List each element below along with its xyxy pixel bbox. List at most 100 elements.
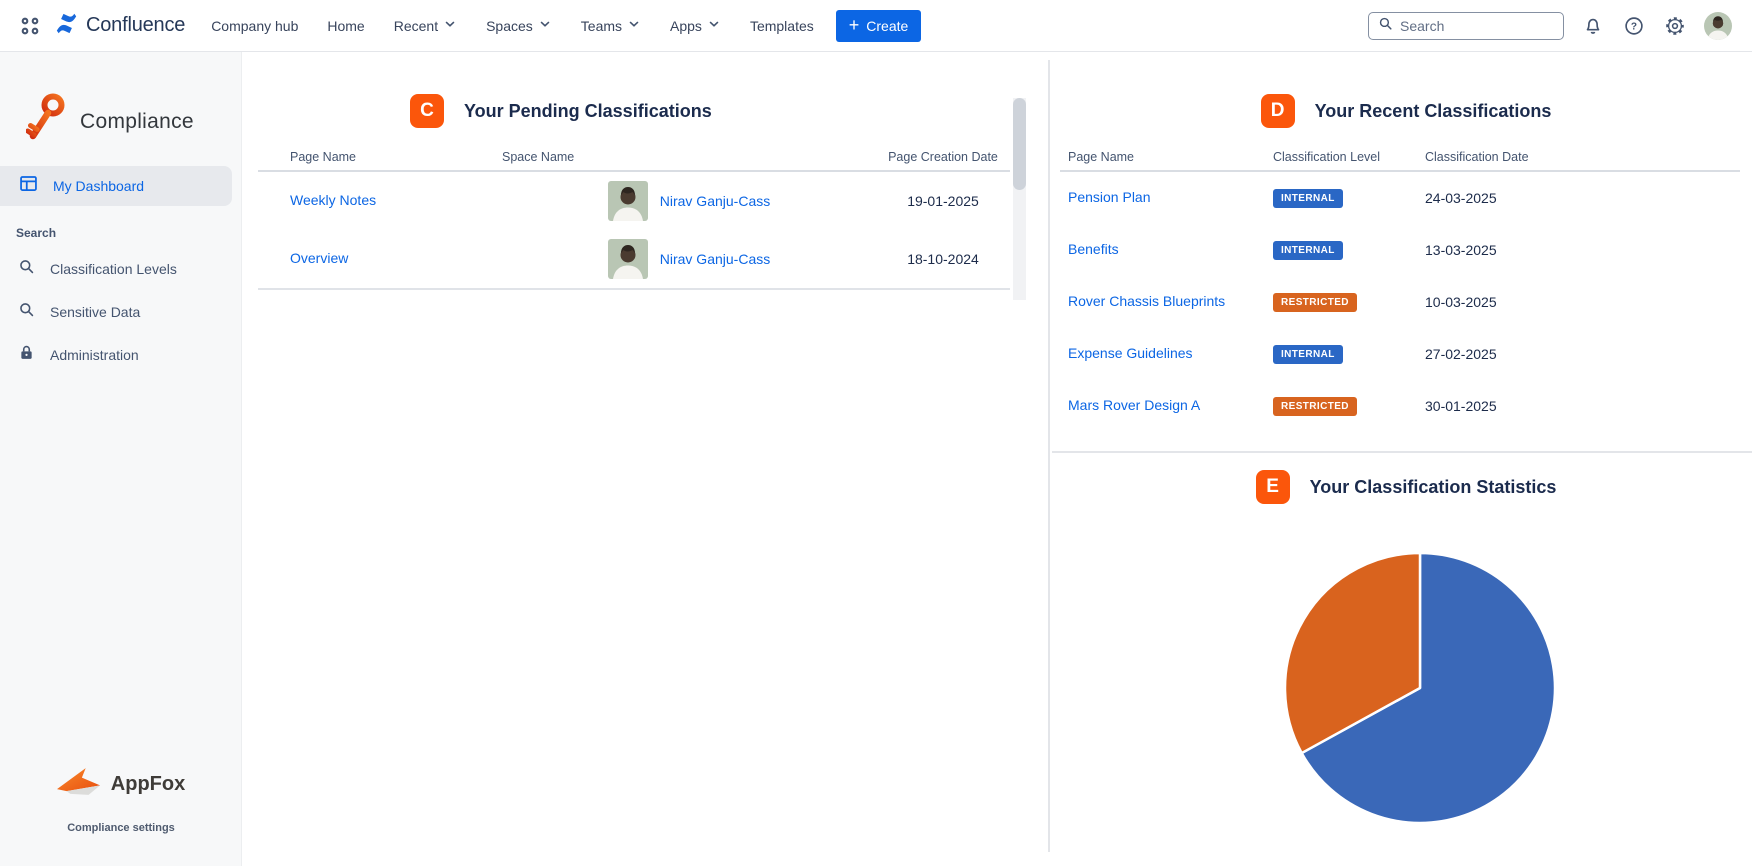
classification-level-badge: INTERNAL (1273, 345, 1343, 364)
dashboard-main: C Your Pending Classifications Page Name… (242, 52, 1752, 866)
appfox-logo: AppFox (0, 766, 242, 802)
confluence-logo-text: Confluence (86, 14, 186, 36)
column-divider (1048, 60, 1050, 852)
table-row: Pension Plan INTERNAL 24-03-2025 (1060, 172, 1740, 224)
section-badge-e: E (1255, 470, 1290, 504)
classification-level-badge: RESTRICTED (1273, 397, 1357, 416)
page-link[interactable]: Expense Guidelines (1068, 345, 1193, 361)
column-header-classification-date: Classification Date (1425, 150, 1529, 164)
table-row: Mars Rover Design A RESTRICTED 30-01-202… (1060, 380, 1740, 432)
topnav-right-cluster: ? (1368, 11, 1732, 40)
nav-company-hub[interactable]: Company hub (211, 18, 298, 34)
appfox-logo-text: AppFox (110, 772, 186, 795)
page-link[interactable]: Overview (290, 250, 348, 266)
sidebar-item-label: My Dashboard (53, 178, 145, 194)
nav-recent[interactable]: Recent (394, 17, 457, 34)
pending-classifications-header: C Your Pending Classifications (410, 94, 712, 128)
table-row: Expense Guidelines INTERNAL 27-02-2025 (1060, 328, 1740, 380)
sidebar-item-my-dashboard[interactable]: My Dashboard (0, 166, 232, 206)
table-row: Rover Chassis Blueprints RESTRICTED 10-0… (1060, 276, 1740, 328)
fox-icon (56, 766, 101, 802)
primary-nav: Company hub Home Recent Spaces Teams App… (211, 17, 814, 34)
classification-date: 27-02-2025 (1425, 346, 1497, 362)
classification-pie-chart (1283, 551, 1557, 825)
magnifier-icon (17, 257, 36, 281)
compliance-app-logo: Compliance (25, 92, 194, 151)
classification-date: 30-01-2025 (1425, 398, 1497, 414)
page-creation-date: 19-01-2025 (907, 193, 979, 209)
classification-date: 13-03-2025 (1425, 242, 1497, 258)
recent-classifications-title: Your Recent Classifications (1314, 100, 1552, 121)
svg-text:?: ? (1631, 21, 1637, 32)
classification-level-badge: INTERNAL (1273, 241, 1343, 260)
classification-date: 24-03-2025 (1425, 190, 1497, 206)
pending-classifications-title: Your Pending Classifications (464, 100, 712, 121)
nav-spaces[interactable]: Spaces (486, 17, 552, 34)
page-link[interactable]: Pension Plan (1068, 189, 1151, 205)
sidebar-item-label: Classification Levels (50, 261, 177, 277)
page-link[interactable]: Benefits (1068, 241, 1119, 257)
top-navigation-bar: Confluence Company hub Home Recent Space… (0, 0, 1752, 52)
compliance-sidebar: Compliance My Dashboard Search Classific… (0, 52, 242, 866)
column-header-classification-level: Classification Level (1273, 150, 1380, 164)
search-icon (1377, 15, 1394, 37)
key-icon (25, 92, 68, 151)
section-badge-d: D (1260, 94, 1295, 128)
sidebar-section-search: Search (16, 226, 57, 240)
sidebar-item-administration[interactable]: Administration (0, 335, 232, 375)
column-header-page-name: Page Name (1068, 150, 1135, 164)
confluence-logo[interactable]: Confluence (54, 11, 185, 41)
bell-icon[interactable] (1581, 14, 1605, 38)
classification-statistics-title: Your Classification Statistics (1309, 476, 1557, 497)
section-badge-c: C (410, 94, 444, 128)
space-avatar (607, 181, 648, 221)
classification-pie (1283, 551, 1557, 825)
nav-apps[interactable]: Apps (670, 17, 721, 34)
table-row: Overview Nirav Ganju-Cass 18-10-2024 (258, 230, 1010, 288)
create-button[interactable]: + Create (835, 9, 922, 42)
sidebar-item-label: Sensitive Data (50, 304, 141, 320)
scrollbar-thumb[interactable] (1013, 98, 1026, 190)
chevron-down-icon (443, 17, 457, 34)
nav-templates[interactable]: Templates (750, 18, 814, 34)
chevron-down-icon (707, 17, 721, 34)
sidebar-item-sensitive-data[interactable]: Sensitive Data (0, 292, 232, 332)
classification-level-badge: INTERNAL (1273, 189, 1343, 208)
table-row: Benefits INTERNAL 13-03-2025 (1060, 224, 1740, 276)
nav-home[interactable]: Home (327, 18, 364, 34)
classification-level-badge: RESTRICTED (1273, 293, 1357, 312)
dashboard-icon (18, 173, 39, 199)
chevron-down-icon (538, 17, 552, 34)
space-link[interactable]: Nirav Ganju-Cass (660, 251, 770, 267)
page-link[interactable]: Mars Rover Design A (1068, 397, 1200, 413)
table-row: Weekly Notes Nirav Ganju-Cass 19-01-2025 (258, 172, 1010, 230)
column-header-page-creation-date: Page Creation Date (888, 150, 998, 164)
sidebar-item-label: Administration (50, 347, 139, 363)
user-avatar[interactable] (1704, 11, 1732, 40)
plus-icon: + (848, 14, 860, 35)
search-input[interactable] (1400, 17, 1540, 34)
space-link[interactable]: Nirav Ganju-Cass (660, 193, 770, 209)
page-link[interactable]: Weekly Notes (290, 192, 376, 208)
search-box[interactable] (1368, 11, 1564, 40)
table-header-row: Page Name Space Name Page Creation Date (258, 144, 1010, 172)
chevron-down-icon (627, 17, 641, 34)
pending-table-scrollbar[interactable] (1013, 98, 1026, 300)
magnifier-icon (17, 300, 36, 324)
app-switcher-grid-icon[interactable] (20, 16, 40, 36)
gear-icon[interactable] (1663, 14, 1687, 38)
compliance-settings-link[interactable]: Compliance settings (0, 822, 242, 834)
column-header-space-name: Space Name (502, 150, 575, 164)
classification-date: 10-03-2025 (1425, 294, 1497, 310)
sidebar-item-classification-levels[interactable]: Classification Levels (0, 249, 232, 289)
pending-classifications-table: Page Name Space Name Page Creation Date … (258, 144, 1010, 290)
classification-statistics-header: E Your Classification Statistics (1060, 470, 1752, 504)
nav-teams[interactable]: Teams (581, 17, 641, 34)
help-icon[interactable]: ? (1622, 14, 1646, 38)
page-link[interactable]: Rover Chassis Blueprints (1068, 293, 1225, 309)
recent-classifications-header: D Your Recent Classifications (1060, 94, 1752, 128)
page-creation-date: 18-10-2024 (907, 251, 979, 267)
compliance-app-title: Compliance (80, 109, 194, 133)
column-header-page-name: Page Name (290, 150, 357, 164)
lock-icon (17, 343, 36, 367)
